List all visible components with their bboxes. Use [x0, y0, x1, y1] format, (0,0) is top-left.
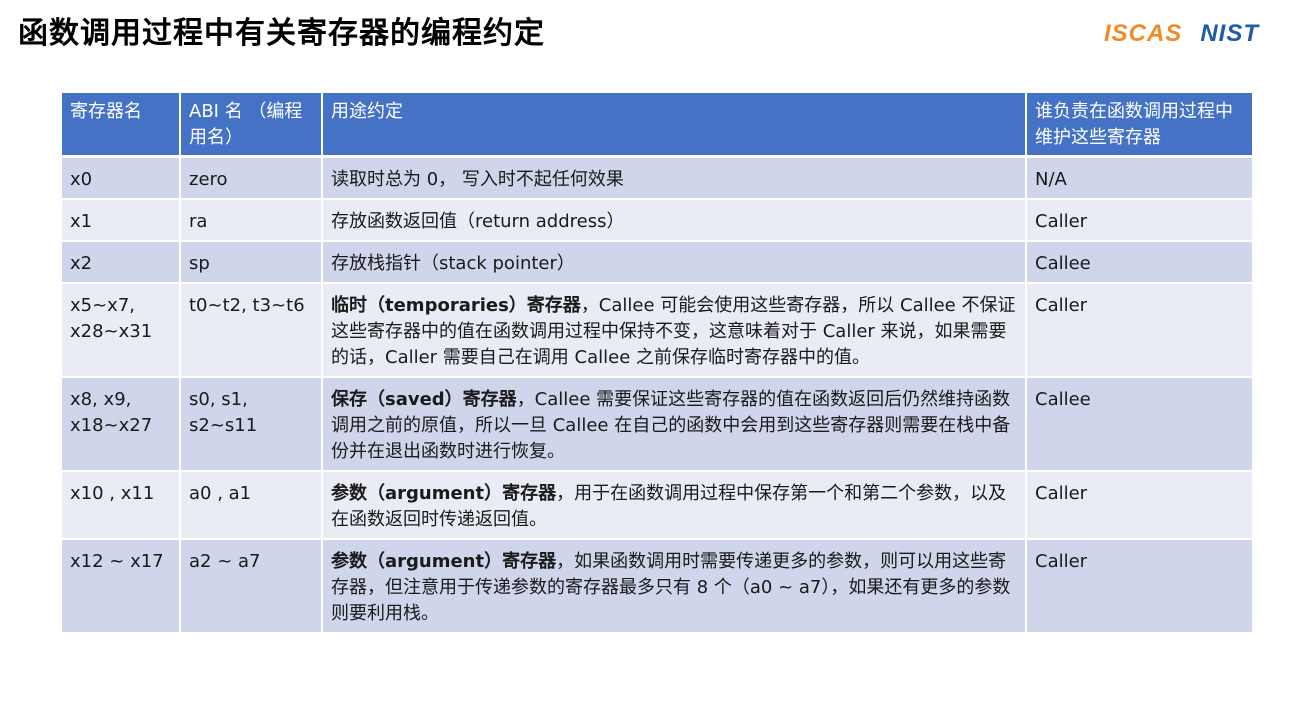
logo-group: ISCAS NIST — [1104, 20, 1259, 48]
maintainer-cell: Caller — [1026, 471, 1252, 540]
register-cell: x8, x9, x18~x27 — [62, 377, 181, 472]
usage-bold: 参数（argument）寄存器 — [331, 483, 557, 504]
register-convention-table: 寄存器名 ABI 名 （编程用名） 用途约定 谁负责在函数调用过程中维护这些寄存… — [62, 93, 1252, 634]
abi-cell: sp — [180, 241, 323, 284]
header-register-name: 寄存器名 — [62, 93, 181, 158]
page-title: 函数调用过程中有关寄存器的编程约定 — [18, 16, 545, 51]
register-cell: x12 ~ x17 — [62, 539, 181, 634]
usage-cell: 存放函数返回值（return address） — [322, 199, 1027, 242]
table-row: x8, x9, x18~x27 s0, s1, s2~s11 保存（saved）… — [62, 377, 1252, 472]
register-cell: x2 — [62, 241, 181, 284]
usage-text: 读取时总为 0， 写入时不起任何效果 — [331, 169, 624, 190]
usage-cell: 临时（temporaries）寄存器，Callee 可能会使用这些寄存器，所以 … — [322, 283, 1027, 378]
maintainer-cell: Caller — [1026, 539, 1252, 634]
table-row: x5~x7, x28~x31 t0~t2, t3~t6 临时（temporari… — [62, 283, 1252, 378]
table-row: x2 sp 存放栈指针（stack pointer） Callee — [62, 241, 1252, 284]
maintainer-cell: Callee — [1026, 241, 1252, 284]
table-row: x1 ra 存放函数返回值（return address） Caller — [62, 199, 1252, 242]
abi-cell: a2 ~ a7 — [180, 539, 323, 634]
maintainer-cell: Caller — [1026, 199, 1252, 242]
abi-cell: zero — [180, 156, 323, 200]
iscas-logo: ISCAS — [1103, 20, 1183, 47]
usage-cell: 存放栈指针（stack pointer） — [322, 241, 1027, 284]
usage-cell: 参数（argument）寄存器，用于在函数调用过程中保存第一个和第二个参数，以及… — [322, 471, 1027, 540]
usage-cell: 参数（argument）寄存器，如果函数调用时需要传递更多的参数，则可以用这些寄… — [322, 539, 1027, 634]
nist-logo: NIST — [1200, 20, 1259, 47]
usage-text: 存放函数返回值（return address） — [331, 211, 625, 232]
register-cell: x5~x7, x28~x31 — [62, 283, 181, 378]
header-abi-name: ABI 名 （编程用名） — [180, 93, 323, 158]
abi-cell: a0 , a1 — [180, 471, 323, 540]
usage-cell: 读取时总为 0， 写入时不起任何效果 — [322, 156, 1027, 200]
usage-bold: 参数（argument）寄存器 — [331, 551, 557, 572]
header-maintainer: 谁负责在函数调用过程中维护这些寄存器 — [1026, 93, 1252, 158]
usage-bold: 临时（temporaries）寄存器 — [331, 295, 581, 316]
table-header-row: 寄存器名 ABI 名 （编程用名） 用途约定 谁负责在函数调用过程中维护这些寄存… — [62, 93, 1252, 158]
table-row: x12 ~ x17 a2 ~ a7 参数（argument）寄存器，如果函数调用… — [62, 539, 1252, 634]
register-cell: x10 , x11 — [62, 471, 181, 540]
maintainer-cell: Callee — [1026, 377, 1252, 472]
table-row: x10 , x11 a0 , a1 参数（argument）寄存器，用于在函数调… — [62, 471, 1252, 540]
header-usage: 用途约定 — [322, 93, 1027, 158]
usage-cell: 保存（saved）寄存器，Callee 需要保证这些寄存器的值在函数返回后仍然维… — [322, 377, 1027, 472]
usage-bold: 保存（saved）寄存器 — [331, 389, 517, 410]
abi-cell: s0, s1, s2~s11 — [180, 377, 323, 472]
register-cell: x1 — [62, 199, 181, 242]
maintainer-cell: N/A — [1026, 156, 1252, 200]
maintainer-cell: Caller — [1026, 283, 1252, 378]
abi-cell: ra — [180, 199, 323, 242]
table-row: x0 zero 读取时总为 0， 写入时不起任何效果 N/A — [62, 156, 1252, 200]
abi-cell: t0~t2, t3~t6 — [180, 283, 323, 378]
register-cell: x0 — [62, 156, 181, 200]
usage-text: 存放栈指针（stack pointer） — [331, 253, 575, 274]
